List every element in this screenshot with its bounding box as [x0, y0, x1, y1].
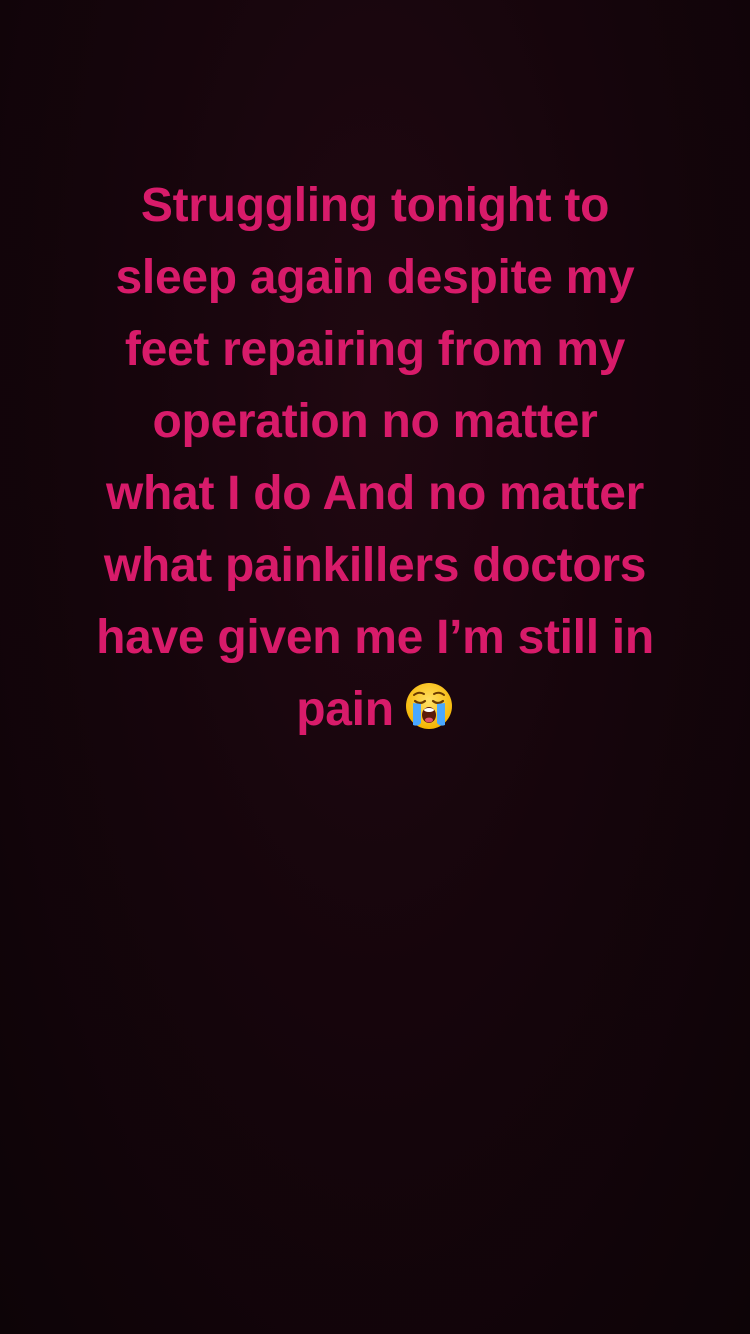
caption-line: what I do And no matter [106, 467, 644, 520]
story-caption: Struggling tonight to sleep again despit… [40, 170, 710, 752]
caption-line: sleep again despite my [115, 251, 635, 304]
caption-line: Struggling tonight to [140, 179, 610, 232]
caption-last-line: pain [40, 674, 710, 752]
caption-line-text: pain [296, 683, 394, 736]
caption-line: have given me I’m still in [96, 611, 654, 664]
caption-line: what painkillers doctors [103, 539, 647, 592]
caption-line: operation no matter [152, 395, 598, 448]
story-background: Struggling tonight to sleep again despit… [0, 0, 750, 1334]
caption-line: feet repairing from my [124, 323, 626, 376]
loudly-crying-face-icon [404, 680, 454, 752]
